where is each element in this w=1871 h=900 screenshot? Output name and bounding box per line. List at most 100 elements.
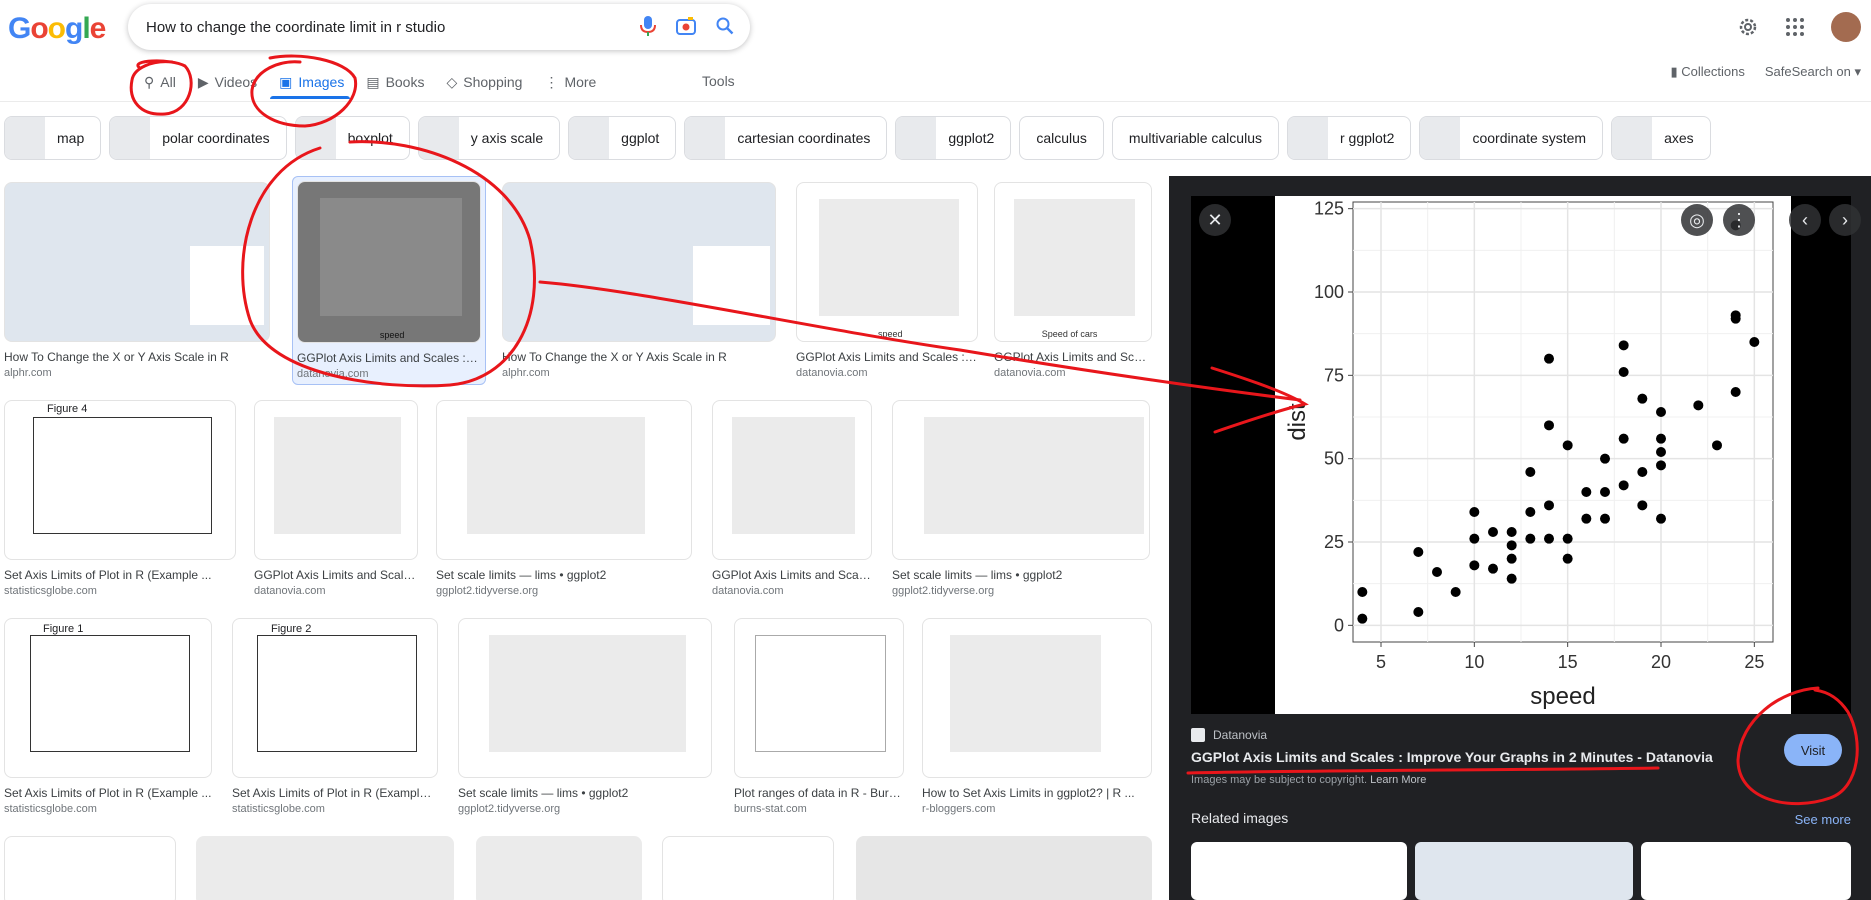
data-point [1618, 480, 1629, 491]
more-options-button[interactable]: ⋮ [1723, 204, 1755, 236]
search-box[interactable]: How to change the coordinate limit in r … [128, 4, 750, 50]
image-result[interactable]: How To Change the X or Y Axis Scale in R… [502, 182, 776, 379]
safesearch-dropdown[interactable]: SafeSearch on ▾ [1765, 64, 1861, 80]
preview-source[interactable]: Datanovia [1191, 728, 1267, 742]
settings-gear-icon[interactable] [1737, 16, 1759, 38]
tools-button[interactable]: Tools [702, 73, 735, 89]
image-result[interactable]: How To Change the X or Y Axis Scale in R… [4, 182, 270, 379]
account-avatar[interactable] [1831, 12, 1861, 42]
image-result[interactable]: GGPlot Axis Limits and Scale... datanovi… [712, 400, 872, 597]
data-point [1600, 453, 1610, 464]
related-image-thumbnail[interactable] [1191, 842, 1407, 900]
x-tick-label: 10 [1464, 652, 1484, 672]
tab-more[interactable]: ⋮ More [544, 70, 596, 94]
active-tab-indicator [270, 96, 350, 99]
apps-grid-icon[interactable] [1785, 17, 1805, 37]
chip-calculus[interactable]: calculus [1019, 116, 1104, 160]
scatter-chart-svg: 5 10 15 20 25 0 25 50 75 100 125 speed dist [1284, 199, 1774, 710]
tab-images[interactable]: ▣ Images [279, 70, 344, 94]
result-thumbnail[interactable]: Speed of cars [994, 182, 1152, 342]
camera-lens-icon[interactable] [676, 17, 696, 35]
image-result[interactable]: Figure 1 Set Axis Limits of Plot in R (E… [4, 618, 212, 815]
result-thumbnail[interactable]: Figure 2 [232, 618, 438, 778]
y-tick-label: 125 [1314, 199, 1344, 219]
result-thumbnail[interactable] [892, 400, 1150, 560]
chip-boxplot[interactable]: boxplot [294, 116, 410, 160]
tab-all[interactable]: ⚲ All [144, 70, 176, 94]
chip-y-axis-scale[interactable]: y axis scale [417, 116, 561, 160]
image-result[interactable]: Figure 2 Set Axis Limits of Plot in R (E… [232, 618, 438, 815]
result-thumbnail[interactable]: Figure 4 [4, 400, 236, 560]
image-result[interactable]: Speed of cars GGPlot Axis Limits and Sca… [994, 182, 1152, 379]
close-icon: ✕ [1207, 209, 1223, 230]
data-point [1525, 507, 1536, 517]
image-result[interactable]: Set scale limits — lims • ggplot2 ggplot… [458, 618, 712, 815]
plot-panel [1352, 201, 1774, 643]
image-result[interactable]: Figure 4 Set Axis Limits of Plot in R (E… [4, 400, 236, 597]
chip-ggplot[interactable]: ggplot [568, 116, 677, 160]
image-result[interactable]: How to Set Axis Limits in ggplot2? | R .… [922, 618, 1152, 815]
result-thumbnail[interactable] [662, 836, 834, 900]
data-point [1656, 407, 1666, 417]
result-thumbnail[interactable] [436, 400, 692, 560]
image-result[interactable]: Set scale limits — lims • ggplot2 ggplot… [892, 400, 1150, 597]
tab-books[interactable]: ▤ Books [366, 70, 424, 94]
result-thumbnail[interactable]: speed [796, 182, 978, 342]
result-thumbnail[interactable] [4, 836, 176, 900]
search-input[interactable]: How to change the coordinate limit in r … [146, 19, 445, 36]
tab-shopping[interactable]: ◇ Shopping [446, 70, 522, 94]
result-thumbnail[interactable] [734, 618, 904, 778]
tab-videos[interactable]: ▶ Videos [198, 70, 257, 94]
chip-axes[interactable]: axes [1611, 116, 1711, 160]
chip-cartesian-coordinates[interactable]: cartesian coordinates [684, 116, 888, 160]
data-point [1544, 420, 1554, 431]
result-thumbnail[interactable]: speed [297, 181, 481, 343]
search-inside-image-button[interactable]: ◎ [1681, 204, 1713, 236]
chip-thumbnail [1287, 117, 1328, 159]
collections-link[interactable]: ▮ Collections [1670, 64, 1744, 80]
chip-ggplot2[interactable]: ggplot2 [895, 116, 1012, 160]
data-point [1469, 533, 1480, 544]
related-image-thumbnail[interactable] [1641, 842, 1851, 900]
visit-button[interactable]: Visit [1784, 734, 1842, 766]
bookmark-icon: ▮ [1670, 64, 1678, 79]
related-image-thumbnail[interactable] [1415, 842, 1633, 900]
book-icon: ▤ [366, 73, 380, 90]
close-button[interactable]: ✕ [1199, 204, 1231, 236]
learn-more-link[interactable]: Learn More [1370, 774, 1426, 786]
previous-image-button[interactable]: ‹ [1789, 204, 1821, 236]
chip-r-ggplot2[interactable]: r ggplot2 [1286, 116, 1412, 160]
result-thumbnail[interactable] [922, 618, 1152, 778]
image-result-selected[interactable]: speed GGPlot Axis Limits and Scales : I.… [292, 176, 486, 385]
lens-icon: ◎ [1689, 209, 1705, 230]
video-icon: ▶ [197, 73, 209, 90]
result-thumbnail[interactable] [196, 836, 454, 900]
image-result[interactable]: Set scale limits — lims • ggplot2 ggplot… [436, 400, 692, 597]
chip-multivariable-calculus[interactable]: multivariable calculus [1111, 116, 1279, 160]
search-icon[interactable] [716, 17, 734, 35]
result-thumbnail[interactable] [856, 836, 1152, 900]
result-thumbnail[interactable] [458, 618, 712, 778]
image-result[interactable]: Plot ranges of data in R - Burns ... bur… [734, 618, 904, 815]
data-point [1506, 540, 1517, 551]
data-point [1581, 513, 1592, 524]
result-thumbnail[interactable] [502, 182, 776, 342]
chip-map[interactable]: map [4, 116, 102, 160]
y-tick-label: 50 [1324, 449, 1344, 469]
result-thumbnail[interactable] [254, 400, 418, 560]
preview-image[interactable]: 5 10 15 20 25 0 25 50 75 100 125 speed dist [1191, 196, 1851, 714]
chip-thumbnail [685, 117, 726, 159]
preview-title-link[interactable]: GGPlot Axis Limits and Scales : Improve … [1191, 749, 1713, 765]
result-thumbnail[interactable] [4, 182, 270, 342]
chip-coordinate-system[interactable]: coordinate system [1419, 116, 1604, 160]
result-thumbnail[interactable] [712, 400, 872, 560]
see-more-link[interactable]: See more [1795, 812, 1851, 827]
image-result[interactable]: GGPlot Axis Limits and Scale... datanovi… [254, 400, 418, 597]
next-image-button[interactable]: › [1829, 204, 1861, 236]
chip-polar-coordinates[interactable]: polar coordinates [109, 116, 287, 160]
result-thumbnail[interactable] [476, 836, 642, 900]
result-thumbnail[interactable]: Figure 1 [4, 618, 212, 778]
image-result[interactable]: speed GGPlot Axis Limits and Scales : ..… [796, 182, 978, 379]
microphone-icon[interactable] [640, 16, 656, 36]
google-logo[interactable]: Google [8, 12, 106, 46]
